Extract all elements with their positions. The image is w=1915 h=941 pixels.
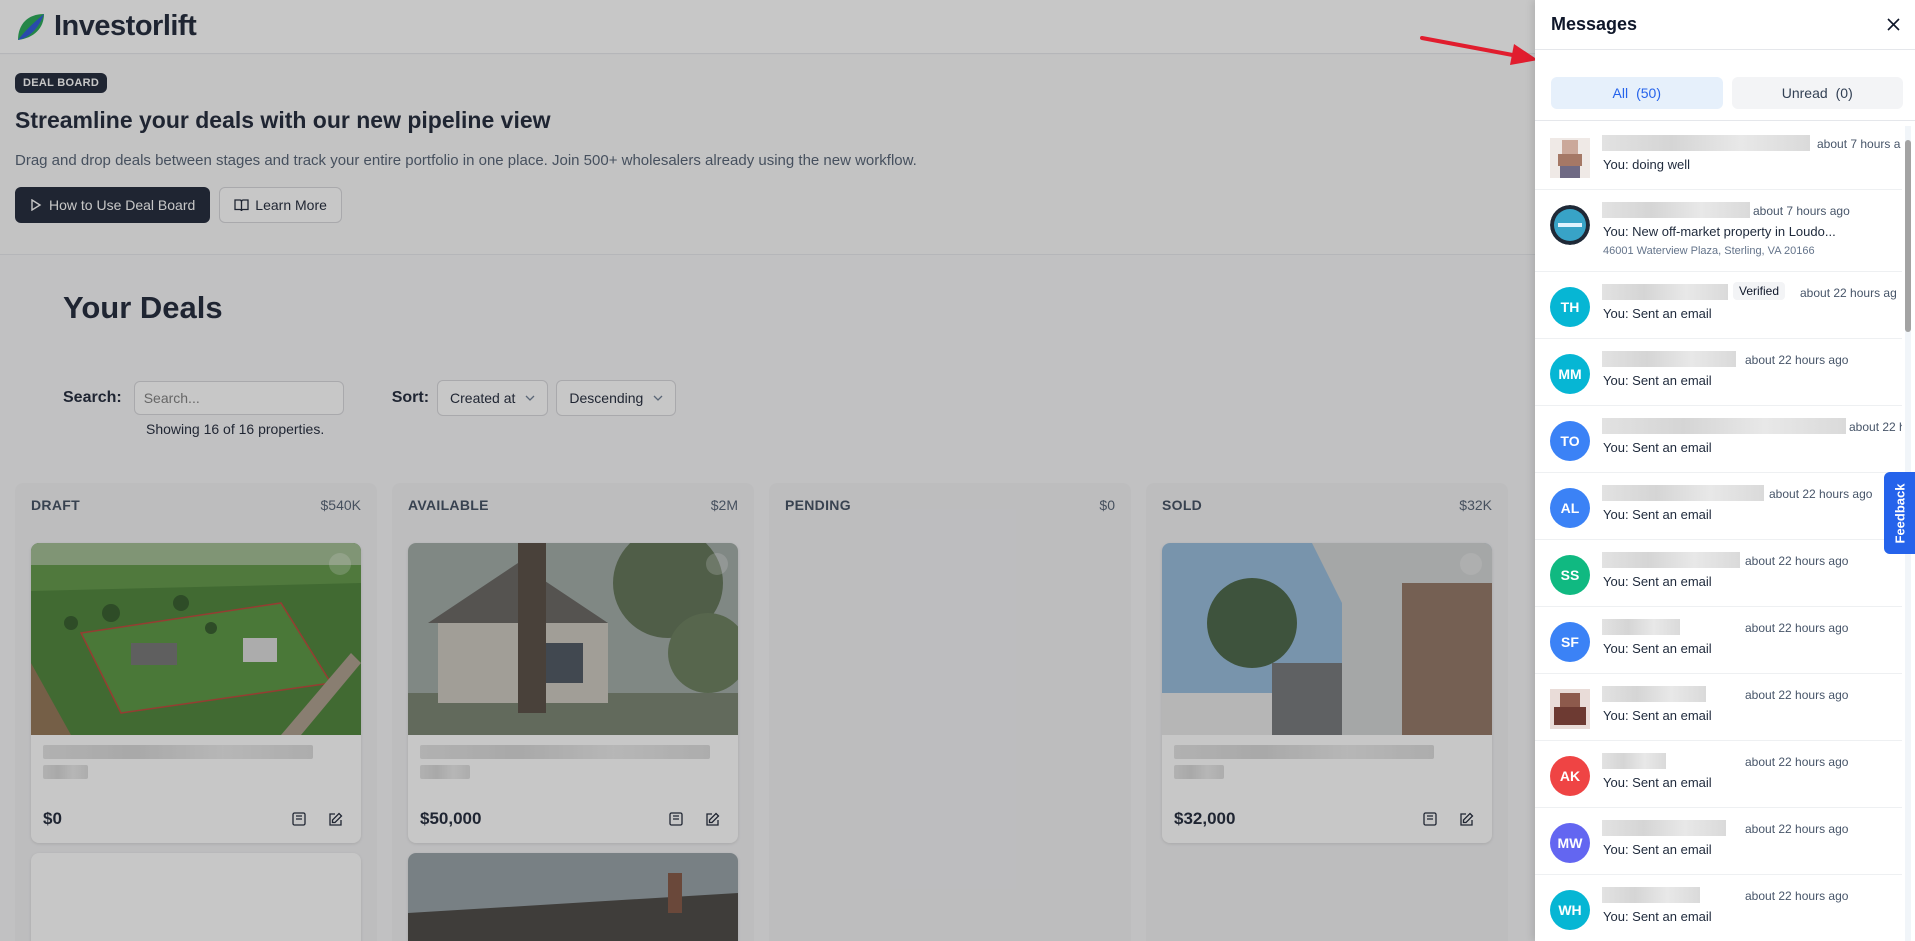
redacted-name: [1602, 619, 1680, 635]
conversation-item[interactable]: AK about 22 hours ago You: Sent an email: [1535, 741, 1902, 808]
avatar: [1550, 205, 1590, 245]
feedback-tab[interactable]: Feedback: [1884, 472, 1915, 554]
message-time: about 22 hours ago: [1745, 353, 1849, 367]
message-preview: You: Sent an email: [1603, 306, 1712, 321]
tab-unread[interactable]: Unread (0): [1731, 77, 1903, 109]
tab-unread-label: Unread: [1781, 85, 1828, 101]
message-time: about 22 hours ago: [1745, 889, 1849, 903]
message-preview: You: Sent an email: [1603, 909, 1712, 924]
redacted-name: [1602, 284, 1728, 300]
avatar: [1550, 138, 1590, 178]
verified-badge: Verified: [1733, 282, 1786, 300]
conversation-item[interactable]: about 7 hours a You: doing well: [1535, 123, 1902, 190]
conversation-item[interactable]: AL about 22 hours ago You: Sent an email: [1535, 473, 1902, 540]
avatar: SS: [1550, 555, 1590, 595]
conversation-list: about 7 hours a You: doing well about 7 …: [1535, 123, 1902, 941]
message-preview: You: New off-market property in Loudo...: [1603, 224, 1836, 239]
redacted-name: [1602, 686, 1706, 702]
avatar: TO: [1550, 421, 1590, 461]
conversation-item[interactable]: WH about 22 hours ago You: Sent an email: [1535, 875, 1902, 941]
conversation-item[interactable]: about 7 hours ago You: New off-market pr…: [1535, 190, 1902, 272]
conversation-item[interactable]: about 22 hours ago You: Sent an email: [1535, 674, 1902, 741]
tab-all-label: All: [1612, 85, 1629, 101]
property-address: 46001 Waterview Plaza, Sterling, VA 2016…: [1603, 245, 1815, 257]
message-time: about 7 hours a: [1817, 137, 1901, 151]
scrollbar-thumb[interactable]: [1905, 140, 1911, 332]
message-preview: You: Sent an email: [1603, 574, 1712, 589]
conversation-item[interactable]: SS about 22 hours ago You: Sent an email: [1535, 540, 1902, 607]
avatar: SF: [1550, 622, 1590, 662]
message-preview: You: Sent an email: [1603, 373, 1712, 388]
message-time: about 22 h: [1849, 420, 1902, 434]
avatar: MM: [1550, 354, 1590, 394]
message-time: about 22 hours ago: [1745, 621, 1849, 635]
message-time: about 22 hours ago: [1745, 822, 1849, 836]
conversation-item[interactable]: TH Verified about 22 hours ag You: Sent …: [1535, 272, 1902, 339]
message-preview: You: Sent an email: [1603, 440, 1712, 455]
redacted-name: [1602, 820, 1726, 836]
redacted-name: [1602, 202, 1750, 218]
avatar: AL: [1550, 488, 1590, 528]
avatar: AK: [1550, 756, 1590, 796]
avatar: MW: [1550, 823, 1590, 863]
conversation-item[interactable]: SF about 22 hours ago You: Sent an email: [1535, 607, 1902, 674]
conversation-item[interactable]: MW about 22 hours ago You: Sent an email: [1535, 808, 1902, 875]
message-preview: You: Sent an email: [1603, 775, 1712, 790]
message-time: about 22 hours ago: [1745, 554, 1849, 568]
message-preview: You: Sent an email: [1603, 842, 1712, 857]
conversation-item[interactable]: TO about 22 h You: Sent an email: [1535, 406, 1902, 473]
message-preview: You: Sent an email: [1603, 708, 1712, 723]
annotation-arrow: [1420, 36, 1538, 65]
redacted-name: [1602, 485, 1764, 501]
avatar: WH: [1550, 890, 1590, 930]
message-preview: You: doing well: [1603, 157, 1690, 172]
redacted-name: [1602, 552, 1740, 568]
conversation-item[interactable]: MM about 22 hours ago You: Sent an email: [1535, 339, 1902, 406]
messages-title: Messages: [1551, 14, 1638, 34]
redacted-name: [1602, 753, 1666, 769]
redacted-name: [1602, 887, 1700, 903]
tab-all[interactable]: All (50): [1551, 77, 1723, 109]
message-time: about 7 hours ago: [1753, 204, 1850, 218]
redacted-name: [1602, 351, 1736, 367]
feedback-label: Feedback: [1892, 483, 1908, 543]
message-time: about 22 hours ag: [1800, 286, 1897, 300]
close-icon[interactable]: [1887, 18, 1900, 31]
message-time: about 22 hours ago: [1769, 487, 1873, 501]
redacted-name: [1602, 418, 1846, 434]
avatar: TH: [1550, 287, 1590, 327]
redacted-name: [1602, 135, 1810, 151]
message-time: about 22 hours ago: [1745, 688, 1849, 702]
message-preview: You: Sent an email: [1603, 507, 1712, 522]
tab-unread-count: (0): [1835, 85, 1853, 101]
message-time: about 22 hours ago: [1745, 755, 1849, 769]
tab-all-count: (50): [1636, 85, 1661, 101]
avatar: [1550, 689, 1590, 729]
messages-panel: Messages All (50) Unread (0) about 7 hou…: [1535, 0, 1915, 941]
message-preview: You: Sent an email: [1603, 641, 1712, 656]
